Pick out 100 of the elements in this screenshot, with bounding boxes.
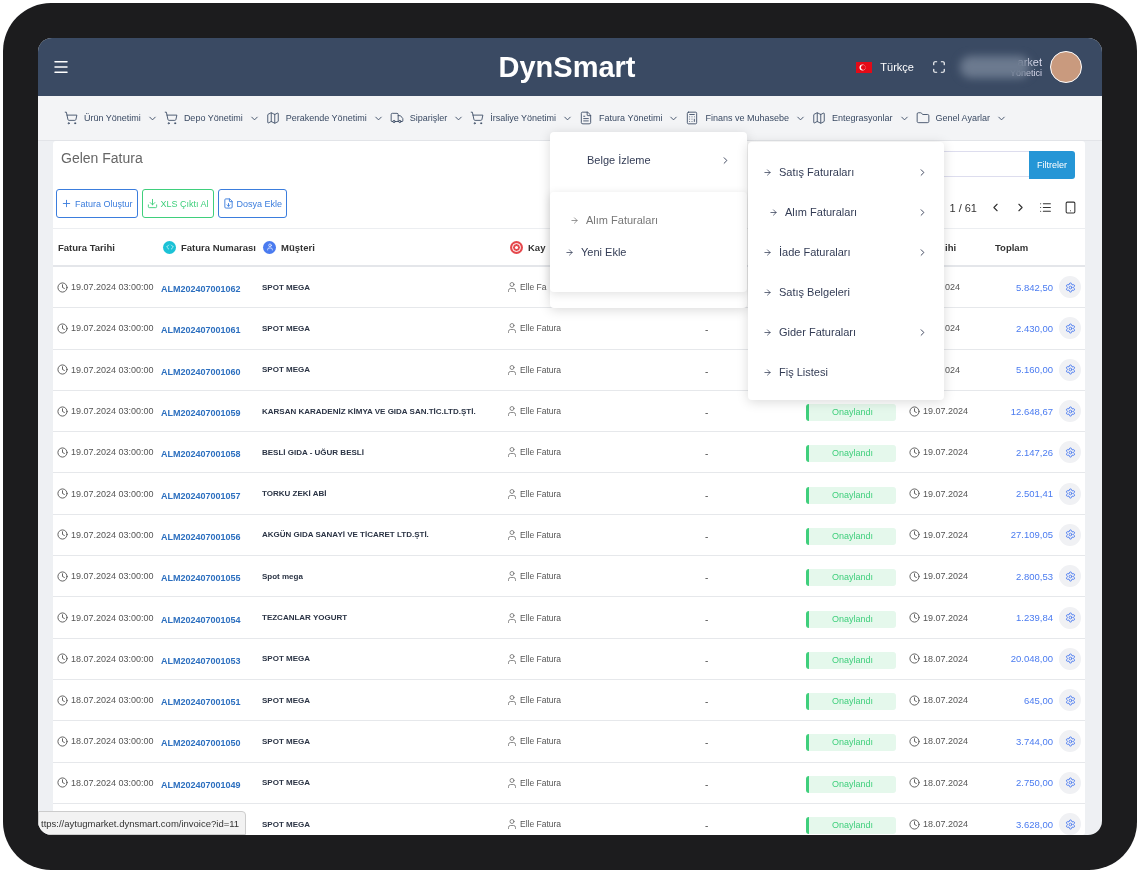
list-view-icon[interactable]: [1039, 201, 1052, 214]
nav-item[interactable]: Perakende Yönetimi: [285, 113, 367, 123]
settings-icon: [1064, 694, 1076, 706]
status-badge: Onaylandı: [806, 610, 896, 628]
table-cell: Elle Fatura: [520, 406, 562, 417]
table-cell: 19.07.2024 03:00:00: [71, 282, 154, 293]
column-header: Toplam: [995, 241, 1029, 253]
table-cell: 18.07.2024: [923, 819, 969, 829]
person-icon: [506, 405, 518, 418]
settings-button[interactable]: [1059, 647, 1081, 670]
table-cell: 19.07.2024: [923, 612, 969, 623]
invoice-link[interactable]: ALM202407001051: [158, 697, 241, 708]
arrow-right-icon: [763, 367, 772, 377]
search-field[interactable]: [941, 151, 1029, 177]
invoice-link[interactable]: ALM202407001062: [158, 284, 241, 295]
settings-button[interactable]: [1059, 606, 1081, 629]
table-cell-text: 1.239,84: [1015, 612, 1054, 623]
nav-item[interactable]: Fatura Yönetimi: [599, 113, 663, 123]
invoice-link[interactable]: ALM202407001059: [158, 408, 241, 419]
clock-icon: [909, 694, 920, 706]
table-cell: -: [705, 654, 709, 666]
settings-button[interactable]: [1059, 771, 1081, 794]
column-header: Fatura Numarası: [181, 241, 256, 253]
menu-item[interactable]: Gider Faturaları: [779, 326, 917, 338]
table-cell-text: SPOT MEGA: [261, 365, 310, 375]
arrow-right-icon: [565, 247, 574, 257]
nav-item[interactable]: Entegrasyonlar: [831, 113, 893, 123]
table-cell: -: [705, 365, 709, 377]
table-cell: -: [705, 613, 709, 625]
menu-icon[interactable]: [52, 58, 70, 76]
table-cell: 19.07.2024 03:00:00: [71, 323, 154, 334]
menu-item[interactable]: Belge İzleme: [550, 132, 747, 166]
invoice-link[interactable]: ALM202407001054: [158, 614, 241, 625]
settings-icon: [1064, 612, 1076, 623]
column-header: ihi: [945, 241, 957, 253]
invoice-link[interactable]: ALM202407001056: [158, 531, 241, 542]
table-cell-text: KARSAN KARADENİZ KİMYA VE GIDA SAN.TİC.LTD.ŞTİ.: [261, 406, 476, 416]
settings-button[interactable]: [1059, 441, 1081, 464]
table-cell: 19.07.2024: [923, 447, 969, 458]
menu-item[interactable]: Alım Faturaları: [586, 214, 659, 226]
settings-button[interactable]: [1059, 317, 1081, 340]
settings-button[interactable]: [1059, 358, 1081, 381]
settings-button[interactable]: [1059, 400, 1081, 423]
table-cell-text: 2.800,53: [1015, 570, 1054, 582]
nav-item[interactable]: Genel Ayarlar: [935, 113, 990, 123]
nav-item[interactable]: Siparişler: [409, 113, 448, 123]
table-cell-text: 3.744,00: [1015, 735, 1054, 747]
settings-button[interactable]: [1059, 689, 1081, 712]
nav-item[interactable]: Ürün Yönetimi: [84, 113, 141, 123]
settings-button[interactable]: [1059, 276, 1081, 299]
folder-icon: [915, 111, 930, 125]
nav-item[interactable]: Finans ve Muhasebe: [705, 113, 789, 123]
clock-icon: [57, 446, 68, 458]
invoice-link[interactable]: ALM202407001055: [158, 573, 241, 584]
invoice-link[interactable]: ALM202407001057: [158, 490, 241, 501]
person-icon: [506, 818, 518, 830]
clock-icon: [57, 653, 68, 665]
table-cell: 19.07.2024: [923, 571, 969, 582]
menu-item[interactable]: Fiş Listesi: [779, 366, 928, 378]
invoice-link[interactable]: ALM202407001060: [158, 366, 241, 377]
invoice-link[interactable]: ALM202407001049: [158, 779, 241, 790]
clock-icon: [57, 488, 68, 500]
map-icon: [265, 111, 280, 125]
tablet-view-icon[interactable]: [1064, 201, 1077, 214]
person-icon: [506, 446, 518, 459]
table-cell: -: [705, 407, 709, 419]
settings-icon: [1064, 529, 1076, 541]
menu-item[interactable]: Satış Belgeleri: [779, 286, 928, 298]
fullscreen-icon[interactable]: [931, 60, 946, 74]
clock-icon: [57, 364, 68, 376]
table-cell: -: [705, 572, 709, 584]
settings-button[interactable]: [1059, 482, 1081, 505]
invoice-link[interactable]: ALM202407001053: [158, 655, 241, 666]
table-cell-text: Spot mega: [261, 571, 303, 581]
action-button[interactable]: Dosya Ekle: [217, 189, 288, 218]
avatar[interactable]: [1050, 51, 1082, 83]
table-cell: Elle Fatura: [520, 612, 562, 623]
menu-item[interactable]: Satış Faturaları: [779, 166, 917, 178]
clock-icon: [909, 653, 920, 665]
menu-item[interactable]: Alım Faturaları: [785, 206, 917, 218]
settings-button[interactable]: [1059, 730, 1081, 753]
language-label[interactable]: Türkçe: [880, 61, 914, 73]
menu-item[interactable]: Yeni Ekle: [581, 246, 627, 258]
settings-button[interactable]: [1059, 565, 1081, 588]
invoice-link[interactable]: ALM202407001061: [158, 325, 241, 336]
status-badge: Onaylandı: [806, 445, 896, 463]
nav-item[interactable]: Depo Yönetimi: [183, 113, 243, 123]
table-cell: Elle Fatura: [520, 364, 562, 375]
action-button[interactable]: Fatura Oluştur: [56, 189, 138, 218]
nav-item[interactable]: İrsaliye Yönetimi: [490, 113, 557, 123]
settings-button[interactable]: [1059, 523, 1081, 546]
table-cell-text: 20.048,00: [1009, 653, 1054, 665]
invoice-link[interactable]: ALM202407001050: [158, 738, 241, 749]
person-icon: [506, 363, 518, 376]
status-badge: Onaylandı: [806, 775, 896, 793]
truck-icon: [389, 111, 404, 125]
menu-item[interactable]: İade Faturaları: [779, 246, 917, 258]
invoice-link[interactable]: ALM202407001058: [158, 449, 241, 460]
table-cell-text: BESLİ GIDA - UĞUR BESLİ: [261, 447, 364, 457]
settings-button[interactable]: [1059, 813, 1081, 835]
